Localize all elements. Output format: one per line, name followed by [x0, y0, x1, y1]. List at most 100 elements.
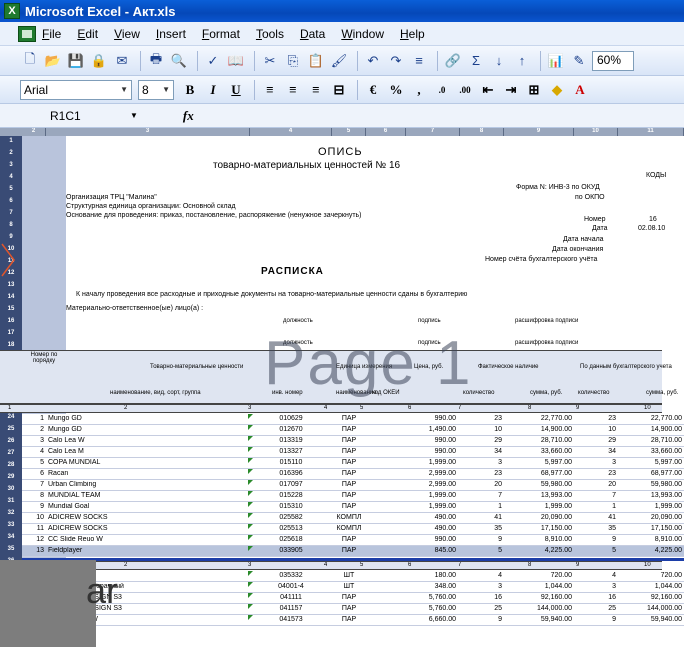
- cell-sum[interactable]: 8,910.00: [504, 536, 572, 546]
- column-header[interactable]: 3: [46, 128, 250, 136]
- cell-price[interactable]: 845.00: [406, 547, 456, 557]
- cell-name[interactable]: MUNDIAL TEAM: [48, 492, 248, 502]
- cell-bqty[interactable]: 34: [574, 448, 616, 458]
- italic-button[interactable]: I: [203, 80, 223, 100]
- cell-unit[interactable]: ПАР: [332, 459, 366, 469]
- row-header[interactable]: 7: [0, 210, 22, 216]
- cell-qty[interactable]: 23: [460, 415, 502, 425]
- cell-sum[interactable]: 33,660.00: [504, 448, 572, 458]
- cell-inv[interactable]: 016396: [250, 470, 332, 480]
- email-icon[interactable]: ✉: [112, 51, 132, 71]
- font-color-icon[interactable]: A: [570, 80, 590, 100]
- column-header[interactable]: 9: [504, 128, 574, 136]
- menu-format[interactable]: Format: [202, 27, 240, 41]
- paste-icon[interactable]: 📋: [306, 51, 326, 71]
- cell-sum[interactable]: 720.00: [504, 572, 572, 582]
- cell-qty[interactable]: 20: [460, 481, 502, 491]
- row-header[interactable]: 9: [0, 234, 22, 240]
- cell-bsum[interactable]: 20,090.00: [618, 514, 682, 524]
- cell-bqty[interactable]: 23: [574, 415, 616, 425]
- cell-inv[interactable]: 035332: [250, 572, 332, 582]
- row-header[interactable]: 6: [0, 198, 22, 204]
- table-row[interactable]: 1 Mungo GD 010629 ПАР 990.00 23 22,770.00 23 22,…: [22, 414, 684, 425]
- row-header[interactable]: 27: [0, 450, 22, 456]
- cell-name[interactable]: Mungo GD: [48, 426, 248, 436]
- cell-unit[interactable]: ПАР: [332, 492, 366, 502]
- drawing-icon[interactable]: ✎: [569, 51, 589, 71]
- cell-bqty[interactable]: 25: [574, 605, 616, 615]
- row-header[interactable]: 32: [0, 510, 22, 516]
- name-box[interactable]: R1C1: [50, 109, 130, 123]
- chevron-down-icon[interactable]: ▼: [130, 111, 138, 120]
- column-header[interactable]: 10: [574, 128, 618, 136]
- comma-button[interactable]: ,: [409, 80, 429, 100]
- cell-bqty[interactable]: 1: [574, 503, 616, 513]
- cell-qty[interactable]: 29: [460, 437, 502, 447]
- cell-price[interactable]: 990.00: [406, 437, 456, 447]
- align-right-icon[interactable]: ≡: [306, 80, 326, 100]
- cell-sum[interactable]: 14,900.00: [504, 426, 572, 436]
- cell-qty[interactable]: 23: [460, 470, 502, 480]
- row-header[interactable]: 34: [0, 534, 22, 540]
- chart-wizard-icon[interactable]: 📊: [546, 51, 566, 71]
- cell-sum[interactable]: 1,999.00: [504, 503, 572, 513]
- cell-bsum[interactable]: 28,710.00: [618, 437, 682, 447]
- cell-bqty[interactable]: 7: [574, 492, 616, 502]
- cell-sum[interactable]: 5,997.00: [504, 459, 572, 469]
- cell-qty[interactable]: 10: [460, 426, 502, 436]
- cell-unit[interactable]: ПАР: [332, 547, 366, 557]
- table-row[interactable]: 12 CC Slide Reuo W 025618 ПАР 990.00 9 8,910.0…: [22, 535, 684, 546]
- table-row[interactable]: 6 Racan 016396 ПАР 2,999.00 23 68,977.00 23 68,9…: [22, 469, 684, 480]
- cell-price[interactable]: 2,999.00: [406, 470, 456, 480]
- cell-inv[interactable]: 013319: [250, 437, 332, 447]
- cell-price[interactable]: 990.00: [406, 536, 456, 546]
- cell-unit[interactable]: ШТ: [332, 583, 366, 593]
- table-row[interactable]: 15Суперклей прозрачный04001-4ШТ348.0031,…: [22, 582, 684, 593]
- cell-sum[interactable]: 17,150.00: [504, 525, 572, 535]
- cell-bqty[interactable]: 4: [574, 572, 616, 582]
- row-header[interactable]: 8: [0, 222, 22, 228]
- table-row[interactable]: 16PORSCHE DESIGN S3041111ПАР5,760.001692…: [22, 593, 684, 604]
- cell-inv[interactable]: 013327: [250, 448, 332, 458]
- cell-n[interactable]: 10: [24, 514, 44, 524]
- cell-inv[interactable]: 012670: [250, 426, 332, 436]
- cell-price[interactable]: 180.00: [406, 572, 456, 582]
- cell-n[interactable]: 8: [24, 492, 44, 502]
- cell-bqty[interactable]: 20: [574, 481, 616, 491]
- row-header[interactable]: 5: [0, 186, 22, 192]
- cell-bqty[interactable]: 5: [574, 547, 616, 557]
- cell-bqty[interactable]: 41: [574, 514, 616, 524]
- row-header[interactable]: 28: [0, 462, 22, 468]
- cell-inv[interactable]: 015110: [250, 459, 332, 469]
- row-header[interactable]: 25: [0, 426, 22, 432]
- cell-bsum[interactable]: 22,770.00: [618, 415, 682, 425]
- menu-view[interactable]: View: [114, 27, 140, 41]
- cell-price[interactable]: 348.00: [406, 583, 456, 593]
- table-row[interactable]: 17PORSCHE DESIGN S3041157ПАР5,760.002514…: [22, 604, 684, 615]
- cell-sum[interactable]: 1,044.00: [504, 583, 572, 593]
- cell-price[interactable]: 6,660.00: [406, 616, 456, 626]
- cell-n[interactable]: 5: [24, 459, 44, 469]
- cell-price[interactable]: 2,999.00: [406, 481, 456, 491]
- table-row[interactable]: 10 ADICREW SOCKS 025582 КОМПЛ 490.00 41 20,090…: [22, 513, 684, 524]
- cell-n[interactable]: 9: [24, 503, 44, 513]
- menu-file[interactable]: File: [42, 27, 61, 41]
- align-center-icon[interactable]: ≡: [283, 80, 303, 100]
- new-icon[interactable]: 🗋: [20, 51, 40, 71]
- cell-unit[interactable]: ПАР: [332, 594, 366, 604]
- cell-qty[interactable]: 41: [460, 514, 502, 524]
- cell-sum[interactable]: 22,770.00: [504, 415, 572, 425]
- column-header[interactable]: 4: [250, 128, 332, 136]
- cell-inv[interactable]: 025582: [250, 514, 332, 524]
- column-header[interactable]: 5: [332, 128, 366, 136]
- cell-unit[interactable]: ПАР: [332, 481, 366, 491]
- cell-bsum[interactable]: 720.00: [618, 572, 682, 582]
- row-header[interactable]: 4: [0, 174, 22, 180]
- cell-inv[interactable]: 010629: [250, 415, 332, 425]
- menu-window[interactable]: Window: [341, 27, 384, 41]
- column-header[interactable]: 6: [366, 128, 406, 136]
- cell-name[interactable]: Calo Lea W: [48, 437, 248, 447]
- row-header[interactable]: 2: [0, 150, 22, 156]
- cell-bsum[interactable]: 33,660.00: [618, 448, 682, 458]
- print-icon[interactable]: 🖶: [146, 51, 166, 71]
